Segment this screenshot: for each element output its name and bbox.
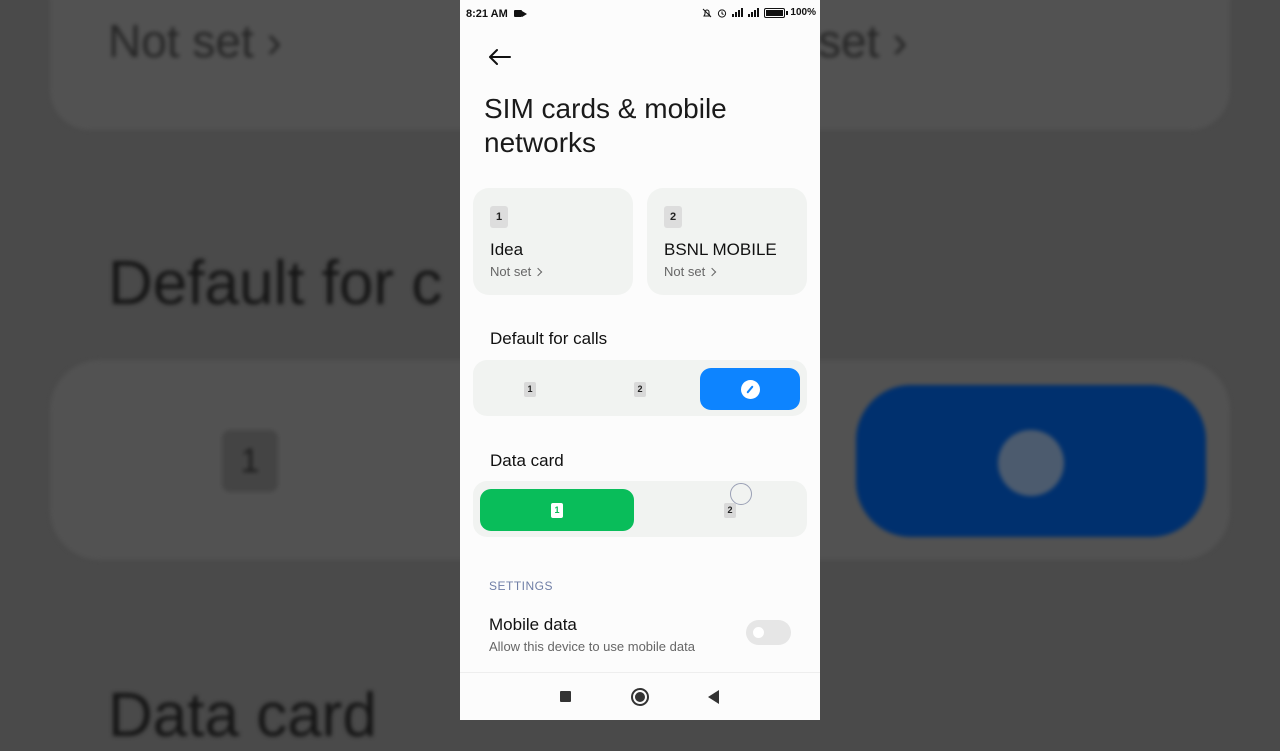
bg-edit-icon: [998, 430, 1064, 496]
edit-icon: [740, 379, 760, 399]
default-calls-label: Default for calls: [490, 329, 608, 348]
sim-card-2[interactable]: 2 BSNL MOBILE Not set: [647, 188, 807, 295]
sim-icon: 2: [664, 206, 682, 228]
status-bar: 8:21 AM 100%: [460, 0, 820, 28]
touch-indicator: [730, 483, 752, 505]
recents-icon[interactable]: [560, 691, 571, 702]
bg-not-set-text: Not set ›: [108, 15, 282, 67]
data-card-selector: 1 2: [473, 481, 807, 537]
bg-not-set-text-right: set ›: [818, 15, 908, 67]
video-camera-icon: [514, 10, 527, 17]
bg-sim-icon: 1: [222, 430, 278, 492]
sim-icon: 2: [724, 502, 736, 518]
mute-icon: [703, 8, 712, 17]
settings-section-label: SETTINGS: [489, 579, 554, 593]
navigation-bar: [460, 672, 820, 720]
calls-option-ask-every-time[interactable]: [700, 368, 800, 410]
phone-screen: 8:21 AM 100% SIM cards & mobile networks: [460, 0, 820, 720]
battery-icon: [764, 7, 789, 18]
status-time: 8:21 AM: [466, 8, 508, 20]
calls-option-sim-1[interactable]: 1: [480, 368, 580, 410]
data-option-sim-1[interactable]: 1: [480, 489, 634, 531]
sim-icon: 1: [490, 206, 508, 228]
chevron-right-icon: [707, 267, 717, 277]
alarm-icon: [718, 8, 727, 18]
sim-status: Not set: [664, 264, 717, 279]
bg-data-card-text: Data card: [108, 681, 377, 750]
signal-icon: [732, 8, 744, 17]
sim-card-1[interactable]: 1 Idea Not set: [473, 188, 633, 295]
sim-status: Not set: [490, 264, 543, 279]
data-card-label: Data card: [490, 451, 564, 470]
mobile-data-title: Mobile data: [489, 615, 577, 634]
sim-icon: 2: [634, 381, 646, 397]
arrow-left-icon[interactable]: [486, 44, 514, 70]
chevron-right-icon: [533, 267, 543, 277]
bg-default-for-calls-text: Default for c: [108, 249, 443, 318]
sim-name: BSNL MOBILE: [664, 240, 777, 259]
status-icons: 100%: [702, 7, 816, 18]
signal-icon: [748, 8, 760, 17]
mobile-data-toggle[interactable]: [746, 620, 791, 645]
calls-option-sim-2[interactable]: 2: [590, 368, 690, 410]
sim-icon: 1: [551, 502, 563, 518]
home-icon[interactable]: [631, 688, 649, 706]
default-calls-selector: 1 2: [473, 360, 807, 416]
mobile-data-subtitle: Allow this device to use mobile data: [489, 639, 695, 654]
battery-percent: 100%: [790, 7, 816, 18]
sim-name: Idea: [490, 240, 524, 259]
page-title: SIM cards & mobile networks: [484, 93, 727, 158]
back-icon[interactable]: [708, 690, 719, 704]
sim-icon: 1: [524, 381, 536, 397]
